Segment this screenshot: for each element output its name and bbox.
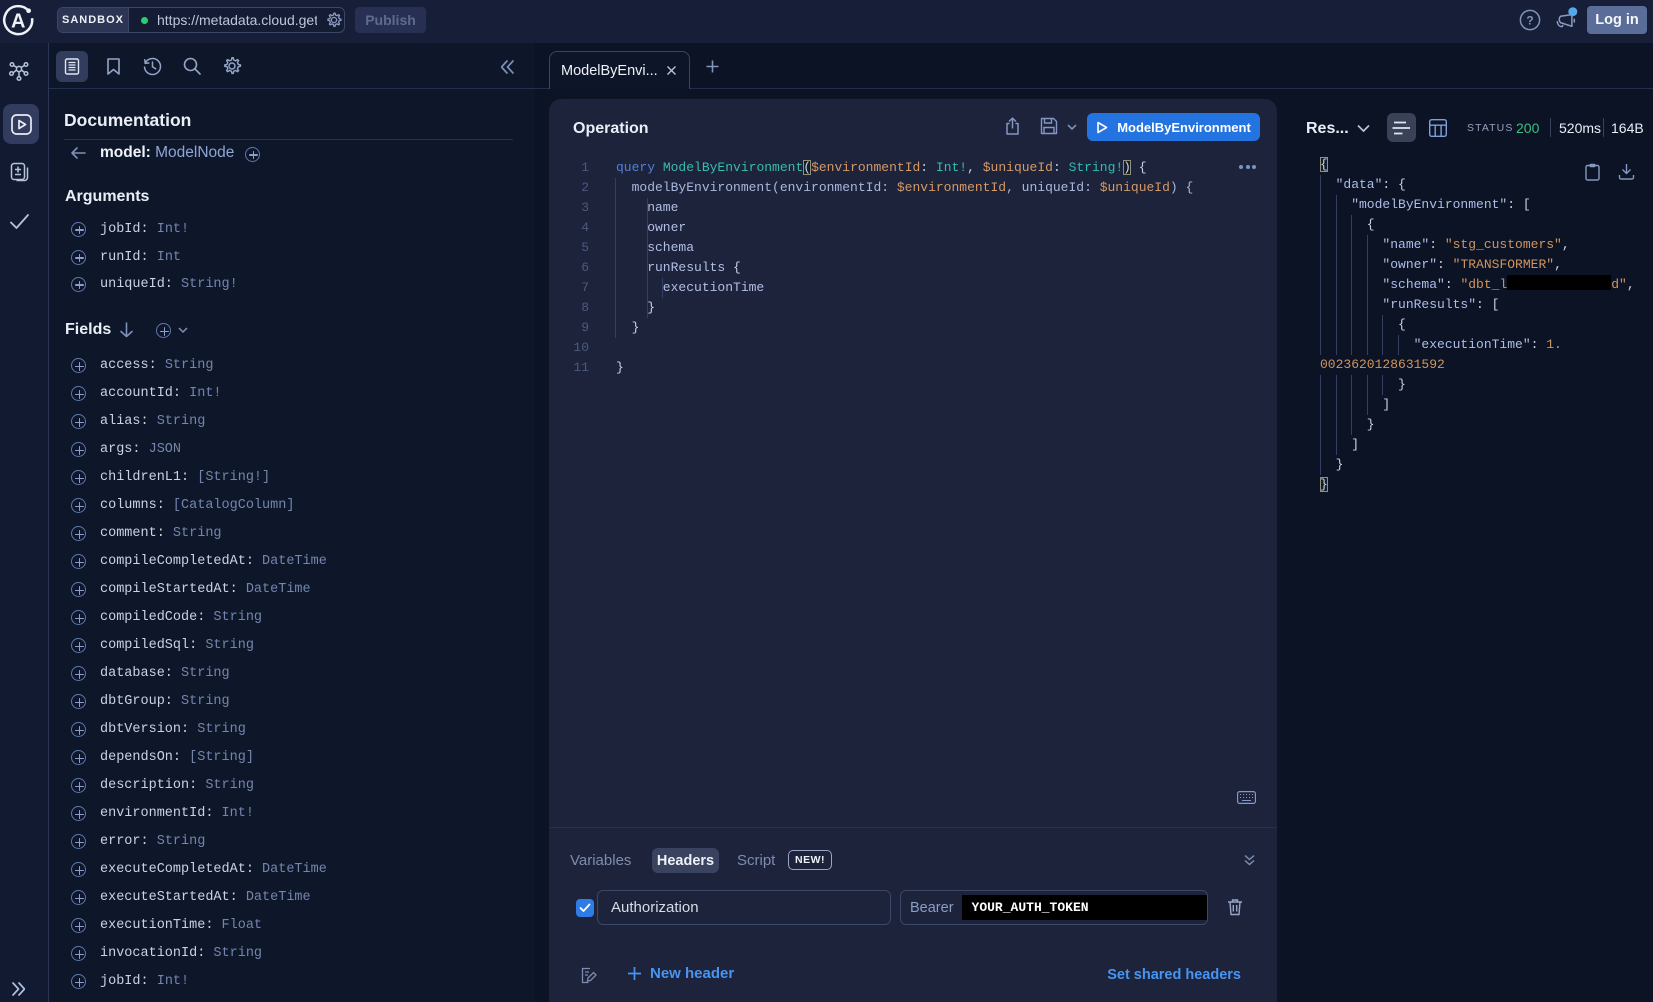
svg-text:A: A [11,11,25,33]
svg-text:?: ? [1526,14,1533,28]
